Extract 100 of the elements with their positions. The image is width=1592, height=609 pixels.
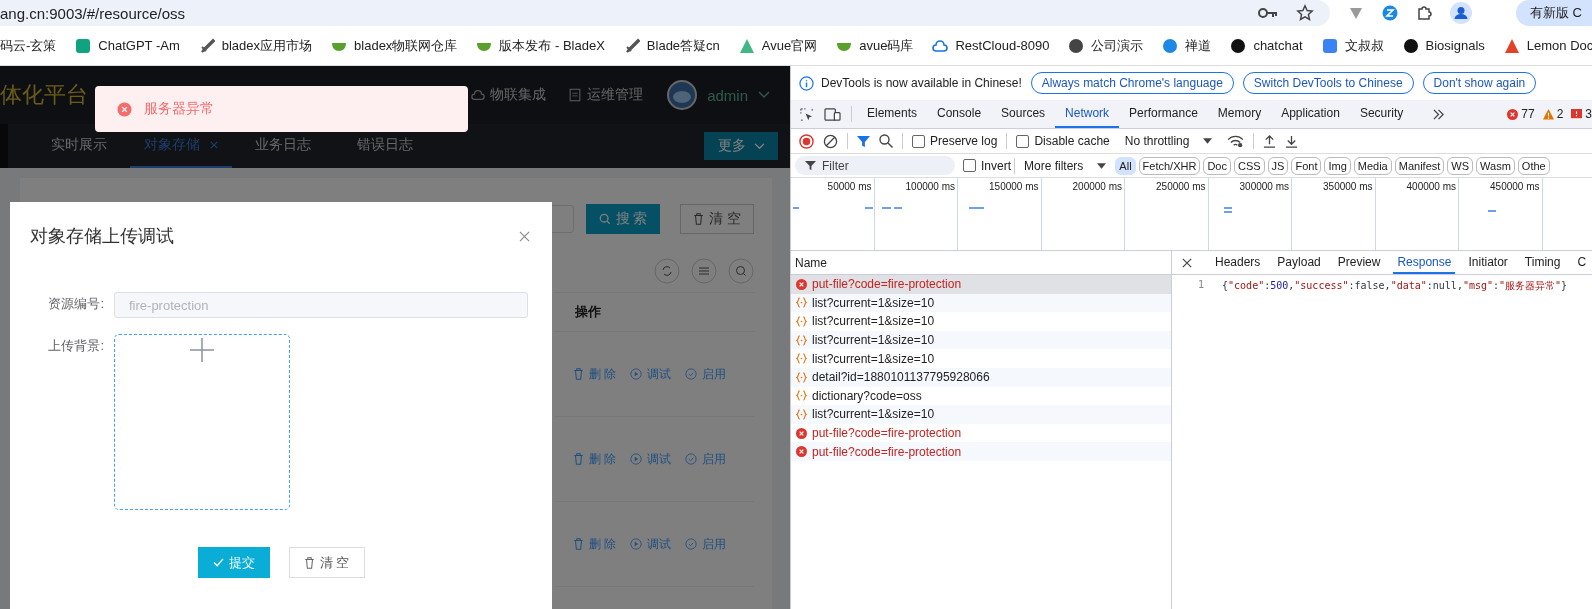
bookmark-link[interactable]: 禅道 [1185,36,1212,55]
star-icon[interactable] [1296,4,1314,22]
devtools-tab[interactable]: Performance [1119,100,1208,128]
device-icon[interactable] [824,106,841,122]
filter-icon[interactable] [857,134,870,148]
checkbox[interactable] [912,134,925,148]
type-filter-chip[interactable]: Img [1324,156,1351,175]
detail-tab[interactable]: Initiator [1464,251,1512,274]
extension-icon[interactable] [1382,5,1398,21]
notice-button[interactable]: Always match Chrome's language [1030,72,1234,94]
bookmark-link[interactable]: Biosignals [1425,38,1485,53]
type-filter-chip[interactable]: All [1115,156,1136,175]
key-icon[interactable] [1258,7,1278,19]
download-icon[interactable] [1285,134,1299,148]
bookmark-link[interactable]: bladex应用市场 [221,36,313,55]
type-filter-chip[interactable]: Othe [1517,156,1550,175]
braces-icon [796,390,807,402]
type-filter-chip[interactable]: Doc [1203,156,1231,175]
bookmark-link[interactable]: RestCloud-8090 [955,38,1050,53]
type-filter-chip[interactable]: Media [1353,156,1392,175]
type-filter-chip[interactable]: WS [1447,156,1474,175]
chevron-double-icon[interactable] [1432,108,1446,120]
bookmark-link[interactable]: Blade答疑cn [646,36,720,55]
more-filters-dropdown[interactable]: More filters [1024,158,1107,173]
devtools-tab[interactable]: Security [1349,100,1414,128]
extension-icon[interactable] [1348,5,1364,21]
throttling-dropdown[interactable]: No throttling [1124,134,1213,148]
count-text[interactable]: 2 [1556,107,1564,121]
trash-icon [693,213,705,225]
checkbox[interactable] [1016,134,1030,148]
nav-menu-item[interactable]: 物联集成 [490,86,547,104]
filter-field[interactable]: Filter [795,156,955,175]
detail-tab[interactable]: Response [1393,251,1456,274]
search-icon[interactable] [879,134,893,148]
wifi-gear-icon[interactable] [1227,134,1245,148]
inspect-icon[interactable] [799,106,814,122]
type-filter-chip[interactable]: Font [1291,156,1322,175]
request-row[interactable]: put-file?code=fire-protection [791,275,1171,294]
detail-tab[interactable]: Timing [1520,251,1565,274]
clear-icon[interactable] [823,133,838,149]
request-row[interactable]: list?current=1&size=10 [791,312,1171,331]
avatar-icon[interactable] [667,80,698,110]
check-circle-icon [685,368,698,380]
braces-icon [796,334,807,346]
update-button[interactable]: 有新版 C [1516,0,1592,26]
bookmark-link[interactable]: ChatGPT -Am [98,38,180,53]
braces-icon [796,353,807,365]
request-row[interactable]: put-file?code=fire-protection [791,442,1171,461]
notice-button[interactable]: Don't show again [1422,72,1537,94]
request-row[interactable]: list?current=1&size=10 [791,330,1171,350]
request-row[interactable]: list?current=1&size=10 [791,405,1171,424]
plus-icon [190,338,214,362]
tick-label: 250000 ms [1156,181,1206,192]
type-filter-chip[interactable]: JS [1267,156,1289,175]
detail-tab[interactable]: Headers [1211,251,1265,274]
request-row[interactable]: put-file?code=fire-protection [791,423,1171,443]
type-filter-chip[interactable]: CSS [1233,156,1265,175]
detail-tab[interactable]: Payload [1273,251,1325,274]
clear-button[interactable]: 清 空 [288,547,365,578]
devtools-tab[interactable]: Elements [857,100,928,128]
type-filter-chip[interactable]: Fetch/XHR [1138,156,1201,175]
request-row[interactable]: dictionary?code=oss [791,386,1171,406]
devtools-tab[interactable]: Sources [991,100,1056,128]
request-row[interactable]: list?current=1&size=10 [791,349,1171,368]
nav-menu-item[interactable]: 运维管理 [587,86,644,104]
type-filter-chip[interactable]: Manifest [1394,156,1445,175]
trash-icon [573,368,584,380]
field-label: 上传背景: [47,337,105,355]
devtools-tab[interactable]: Application [1271,100,1350,128]
devtools-tab[interactable]: Console [927,100,992,128]
detail-tab[interactable]: C [1573,251,1591,274]
devtools-tab[interactable]: Memory [1207,100,1272,128]
bookmark-link[interactable]: 文叔叔 [1344,36,1384,55]
record-icon[interactable] [799,133,814,149]
bookmark-link[interactable]: 版本发布 - BladeX [499,36,605,55]
notice-button[interactable]: Switch DevTools to Chinese [1242,72,1414,94]
bookmark-link[interactable]: avue码库 [859,36,914,55]
devtools-tab[interactable]: Network [1055,100,1120,128]
bookmark-link[interactable]: 公司演示 [1091,36,1144,55]
bookmark-link[interactable]: chatchat [1253,38,1303,53]
bookmark-link[interactable]: 码云-玄策 [0,36,57,55]
checkbox[interactable] [963,159,976,172]
clear-button[interactable]: 清 空 [680,204,754,234]
close-icon[interactable] [1182,257,1192,268]
count-text[interactable]: 3 [1585,107,1592,121]
detail-tab[interactable]: Preview [1333,251,1385,274]
bookmark-link[interactable]: Avue官网 [761,36,818,55]
count-text[interactable]: 77 [1521,107,1535,121]
sliders-icon[interactable] [691,258,717,284]
cloud-icon [471,88,486,102]
bookmark-link[interactable]: bladex物联网仓库 [354,36,458,55]
trash-icon [573,453,584,465]
profile-icon[interactable] [1450,2,1472,24]
upload-icon[interactable] [1263,134,1277,148]
error-icon [1507,108,1519,120]
type-filter-chip[interactable]: Wasm [1476,156,1515,175]
chevron-down-icon[interactable] [758,91,770,99]
request-row[interactable]: detail?id=1880101137795928066 [791,367,1171,387]
info-icon [799,75,814,91]
puzzle-icon[interactable] [1416,5,1432,21]
